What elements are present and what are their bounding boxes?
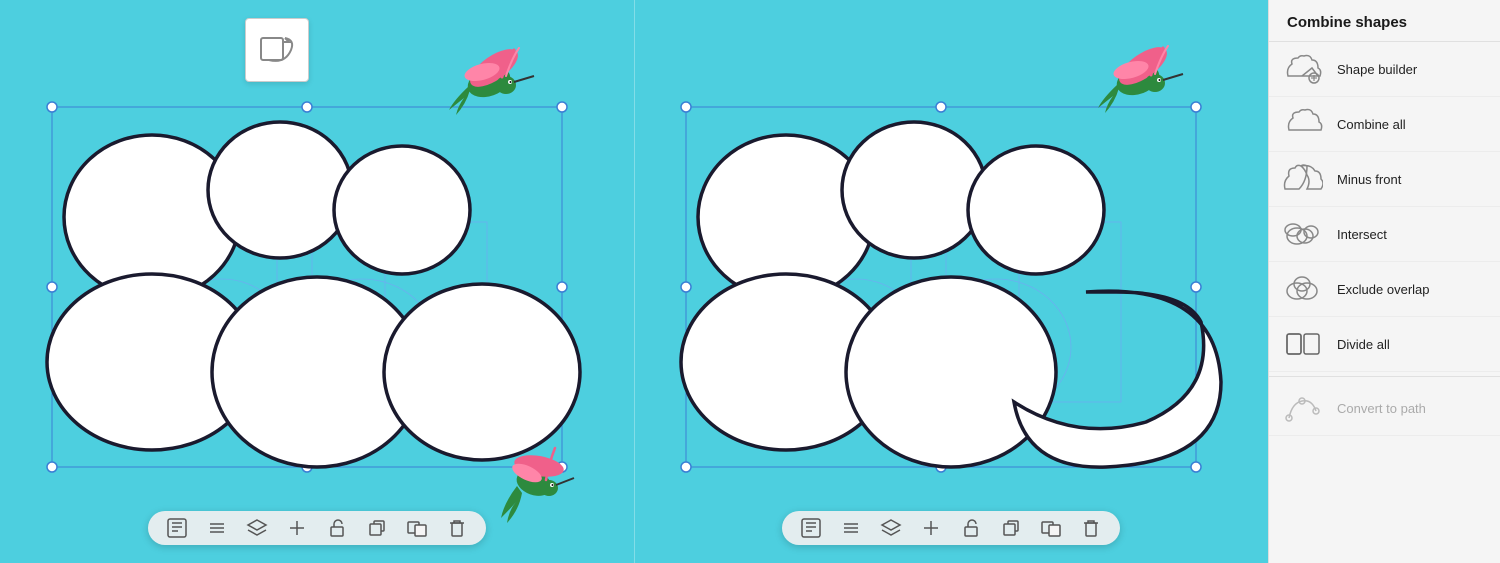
- right-toolbar[interactable]: [782, 511, 1120, 545]
- left-artwork: [22, 62, 612, 502]
- group-duplicate-btn-r[interactable]: [1040, 517, 1062, 539]
- sidebar-item-minus-front[interactable]: Minus front: [1269, 152, 1500, 207]
- shape-builder-icon: [1283, 52, 1323, 86]
- combine-all-icon: [1283, 107, 1323, 141]
- minus-front-label: Minus front: [1337, 172, 1401, 187]
- right-artwork: [656, 62, 1246, 502]
- sidebar: Combine shapes Shape builder Combine all: [1268, 0, 1500, 563]
- intersect-label: Intersect: [1337, 227, 1387, 242]
- unlock-btn[interactable]: [326, 517, 348, 539]
- sidebar-item-convert-to-path[interactable]: Convert to path: [1269, 381, 1500, 436]
- add-btn[interactable]: [286, 517, 308, 539]
- delete-btn[interactable]: [446, 517, 468, 539]
- sidebar-item-divide-all[interactable]: Divide all: [1269, 317, 1500, 372]
- convert-to-path-label: Convert to path: [1337, 401, 1426, 416]
- combine-all-label: Combine all: [1337, 117, 1406, 132]
- delete-btn-r[interactable]: [1080, 517, 1102, 539]
- duplicate-btn[interactable]: [366, 517, 388, 539]
- select-mode-btn-r[interactable]: [800, 517, 822, 539]
- divide-all-label: Divide all: [1337, 337, 1390, 352]
- list-view-btn[interactable]: [206, 517, 228, 539]
- duplicate-btn-r[interactable]: [1000, 517, 1022, 539]
- divide-all-icon: [1283, 327, 1323, 361]
- sidebar-item-intersect[interactable]: Intersect: [1269, 207, 1500, 262]
- convert-to-path-icon: [1283, 391, 1323, 425]
- exclude-overlap-icon: [1283, 272, 1323, 306]
- layers-btn-r[interactable]: [880, 517, 902, 539]
- intersect-icon: [1283, 217, 1323, 251]
- group-duplicate-btn[interactable]: [406, 517, 428, 539]
- exclude-overlap-label: Exclude overlap: [1337, 282, 1430, 297]
- sidebar-item-combine-all[interactable]: Combine all: [1269, 97, 1500, 152]
- left-toolbar[interactable]: [148, 511, 486, 545]
- unlock-btn-r[interactable]: [960, 517, 982, 539]
- canvas-area: [0, 0, 1268, 563]
- shape-builder-label: Shape builder: [1337, 62, 1417, 77]
- select-mode-btn[interactable]: [166, 517, 188, 539]
- right-canvas-panel[interactable]: [634, 0, 1269, 563]
- sidebar-divider: [1269, 376, 1500, 377]
- sidebar-item-exclude-overlap[interactable]: Exclude overlap: [1269, 262, 1500, 317]
- sidebar-item-shape-builder[interactable]: Shape builder: [1269, 42, 1500, 97]
- modal-icon: [245, 18, 309, 82]
- add-btn-r[interactable]: [920, 517, 942, 539]
- left-canvas-panel[interactable]: [0, 0, 634, 563]
- minus-front-icon: [1283, 162, 1323, 196]
- list-view-btn-r[interactable]: [840, 517, 862, 539]
- sidebar-title: Combine shapes: [1269, 0, 1500, 42]
- layers-btn[interactable]: [246, 517, 268, 539]
